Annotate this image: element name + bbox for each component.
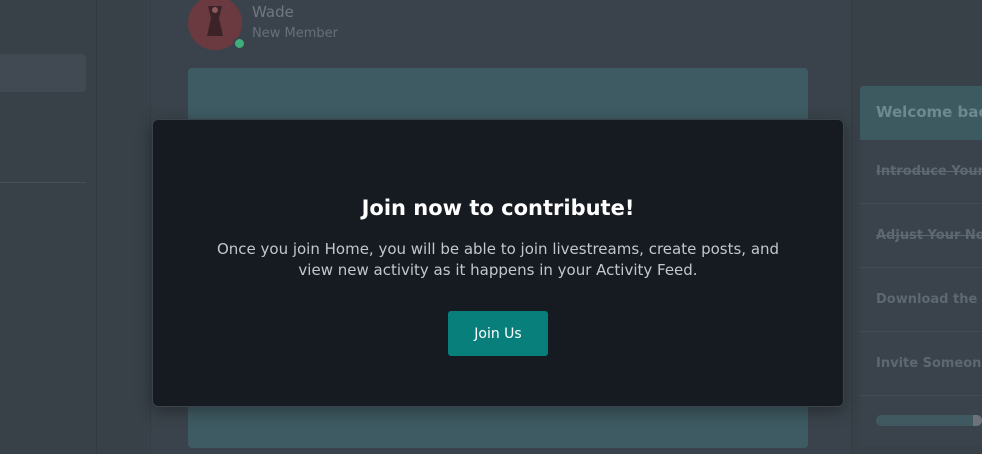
checklist-item[interactable]: Download the A [860,268,982,332]
checklist-item[interactable]: Adjust Your Not [860,204,982,268]
welcome-checklist: Welcome bac Introduce Yours Adjust Your … [860,86,982,446]
author-name[interactable]: Wade [252,3,294,21]
join-us-button[interactable]: Join Us [448,311,548,356]
modal-body-text: Once you join Home, you will be able to … [216,240,780,279]
author-avatar[interactable] [188,0,246,50]
join-modal: Join now to contribute! Once you join Ho… [152,119,844,407]
checklist-item[interactable]: Introduce Yours [860,140,982,204]
left-nav-active-item[interactable] [0,54,86,92]
left-sidebar [0,0,97,454]
modal-title: Join now to contribute! [361,196,635,220]
checklist-item[interactable]: Invite Someone [860,332,982,396]
author-role: New Member [252,26,338,41]
online-status-icon [233,37,246,50]
welcome-checklist-title: Welcome bac [860,86,982,140]
checklist-progress-bar [876,415,982,426]
left-nav-divider [0,182,86,183]
progress-marker [973,415,982,426]
